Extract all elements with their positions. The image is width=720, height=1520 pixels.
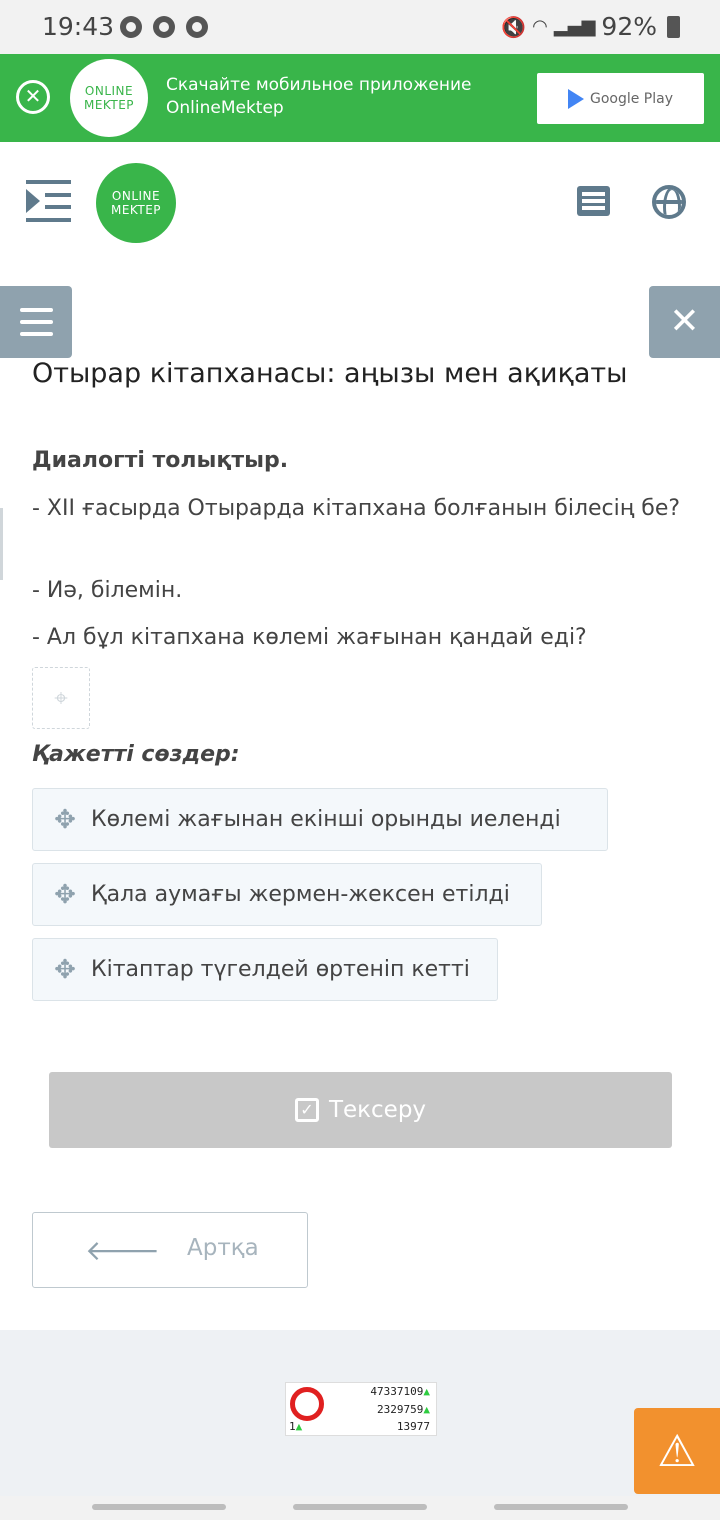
visitor-counter[interactable]: 47337109▲ 2329759▲ 13977 1▲ [285, 1382, 437, 1436]
check-button-label: Тексеру [328, 1097, 427, 1123]
logo-text-line1: ONLINE [84, 84, 134, 98]
wifi-icon: ◠ [532, 16, 548, 37]
word-chip[interactable]: ✥ Қала аумағы жермен-жексен етілді [32, 863, 542, 926]
check-button[interactable]: ✓ Тексеру [49, 1072, 672, 1148]
counter-logo-icon [290, 1387, 324, 1421]
report-warning-button[interactable]: ⚠ [634, 1408, 720, 1494]
chrome-notification-icon [153, 16, 175, 38]
move-icon: ✥ [54, 879, 76, 910]
status-time: 19:43 [42, 12, 115, 41]
banner-text-line2: OnlineMektep [166, 98, 284, 118]
logo-text-line2: MEKTEP [83, 98, 135, 112]
app-download-banner: ✕ ONLINE MEKTEP Скачайте мобильное прило… [0, 54, 720, 142]
left-accent-bar [0, 508, 3, 580]
status-bar: 19:43 🔇 ◠ ▂▄▆ 92% [0, 0, 720, 54]
lesson-title: Отырар кітапханасы: аңызы мен ақиқаты [32, 358, 628, 389]
google-play-icon [567, 88, 584, 109]
task-title: Диалогті толықтыр. [32, 448, 289, 473]
warning-icon: ⚠ [657, 1425, 697, 1477]
nav-recent-button[interactable] [92, 1504, 226, 1510]
battery-level: 92% [601, 12, 657, 41]
close-banner-icon[interactable]: ✕ [16, 80, 50, 114]
banner-text: Скачайте мобильное приложение OnlineMekt… [166, 74, 506, 120]
menu-indent-icon[interactable] [26, 180, 71, 222]
system-nav-bar [0, 1496, 720, 1520]
checkbox-icon: ✓ [294, 1098, 319, 1122]
hamburger-menu-button[interactable] [0, 286, 72, 358]
dialog-line: - Иә, білемін. [32, 578, 183, 603]
counter-online: 1▲ [289, 1420, 303, 1433]
list-icon[interactable] [577, 186, 610, 216]
google-play-label: Google Play [589, 90, 673, 107]
back-button[interactable]: 🡐 Артқа [32, 1212, 308, 1288]
answer-drop-zone[interactable]: ⌖ [32, 667, 90, 729]
arrow-left-icon: 🡐 [85, 1234, 161, 1267]
counter-total: 47337109▲ [370, 1385, 430, 1398]
counter-today: 13977 [396, 1420, 430, 1433]
nav-home-button[interactable] [293, 1504, 427, 1510]
crosshair-icon: ⌖ [54, 684, 68, 712]
nav-back-button[interactable] [494, 1504, 628, 1510]
move-icon: ✥ [54, 804, 76, 835]
move-icon: ✥ [54, 954, 76, 985]
globe-icon[interactable] [652, 185, 686, 219]
chrome-notification-icon [186, 16, 208, 38]
logo-text-line1: ONLINE [111, 189, 161, 203]
banner-text-line1: Скачайте мобильное приложение [166, 75, 472, 95]
dialog-line: - Ал бұл кітапхана көлемі жағынан қандай… [32, 625, 587, 650]
counter-middle: 2329759▲ [377, 1403, 430, 1416]
logo-text-line2: MEKTEP [110, 203, 162, 217]
back-button-label: Артқа [187, 1235, 259, 1261]
status-right: 🔇 ◠ ▂▄▆ 92% [501, 12, 680, 41]
word-chip-label: Көлемі жағынан екінші орынды иеленді [91, 807, 561, 832]
word-chip-label: Қала аумағы жермен-жексен етілді [91, 882, 510, 907]
word-chip-label: Кітаптар түгелдей өртеніп кетті [91, 957, 470, 982]
site-logo[interactable]: ONLINE MEKTEP [96, 163, 176, 243]
mute-icon: 🔇 [501, 14, 527, 39]
dialog-line: - XII ғасырда Отырарда кітапхана болғаны… [32, 496, 681, 521]
word-chip[interactable]: ✥ Кітаптар түгелдей өртеніп кетті [32, 938, 498, 1001]
battery-icon [667, 15, 680, 38]
words-title: Қажетті сөздер: [32, 742, 240, 767]
signal-icon: ▂▄▆ [553, 16, 596, 37]
word-chip[interactable]: ✥ Көлемі жағынан екінші орынды иеленді [32, 788, 608, 851]
site-header: ONLINE MEKTEP [0, 142, 720, 262]
banner-logo: ONLINE MEKTEP [70, 59, 148, 137]
close-button[interactable]: ✕ [649, 286, 720, 358]
chrome-notification-icon [120, 16, 142, 38]
google-play-button[interactable]: Google Play [537, 73, 704, 124]
